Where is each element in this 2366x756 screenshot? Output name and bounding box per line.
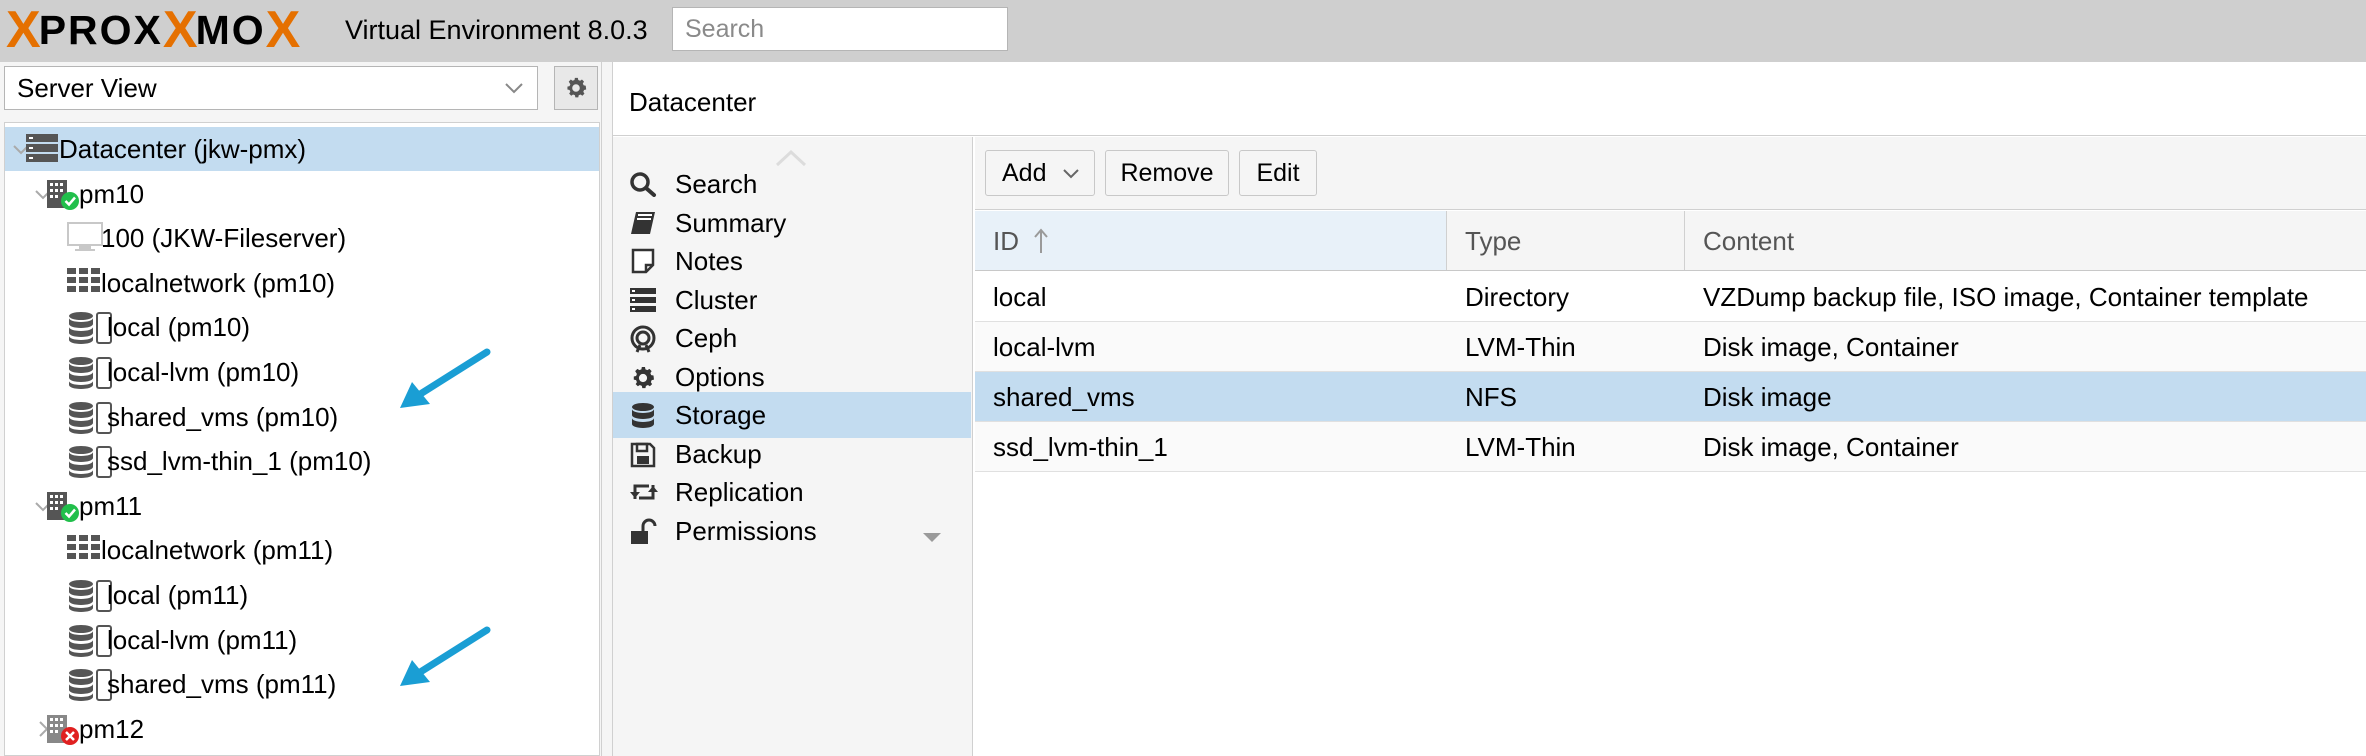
- column-header-id-label: ID: [993, 226, 1019, 256]
- tree-node-label: pm11: [79, 491, 143, 521]
- logo-x-end: X: [265, 1, 301, 59]
- tree-node-label: localnetwork (pm11): [101, 535, 334, 565]
- proxmox-logo[interactable]: X PROX X MO X: [6, 1, 301, 59]
- annotation-arrow-icon: [400, 348, 491, 408]
- nav-item-permissions[interactable]: Permissions: [613, 508, 971, 554]
- cell-content: VZDump backup file, ISO image, Container…: [1703, 282, 2309, 312]
- tree-node[interactable]: local (pm11): [5, 573, 599, 617]
- tree-node[interactable]: 100 (JKW-Fileserver): [5, 216, 599, 260]
- sdn-icon: [67, 534, 101, 566]
- scroll-down-icon[interactable]: [921, 530, 943, 548]
- column-header-content[interactable]: Content: [1685, 211, 2366, 270]
- tree-node[interactable]: pm12: [5, 707, 599, 751]
- floppy-icon: [629, 441, 657, 468]
- tree-node-label: local-lvm (pm11): [107, 625, 298, 655]
- vm-icon: [67, 222, 103, 254]
- resource-panel: Server View Datacenter (jkw-pmx) pm10 100 …: [0, 62, 602, 756]
- tree-node-label: Datacenter (jkw-pmx): [59, 134, 307, 164]
- cell-id: ssd_lvm-thin_1: [993, 432, 1168, 462]
- tree-node[interactable]: local-lvm (pm10): [5, 350, 599, 394]
- tree-node[interactable]: shared_vms (pm10): [5, 395, 599, 439]
- tree-node[interactable]: ssd_lvm-thin_1 (pm10): [5, 439, 599, 483]
- table-row[interactable]: local-lvm LVM-Thin Disk image, Container: [975, 322, 2366, 372]
- datacenter-icon: [25, 133, 59, 165]
- tree-node-label: local (pm10): [107, 312, 251, 342]
- node-online-icon: [45, 178, 81, 210]
- server-icon: [629, 287, 657, 313]
- content-area: Datacenter Search Summary Notes Cluster Ceph…: [612, 62, 2366, 756]
- chevron-down-icon: [1063, 169, 1079, 179]
- logo-mo: MO: [195, 7, 266, 53]
- storage-panel: Add Remove Edit ID Type Content local Dir…: [975, 137, 2366, 756]
- resource-tree[interactable]: Datacenter (jkw-pmx) pm10 100 (JKW-Fileser…: [4, 122, 600, 756]
- retweet-icon: [629, 479, 658, 505]
- database-icon: [629, 402, 657, 428]
- gear-icon: [629, 364, 657, 390]
- logo-x: X: [6, 1, 41, 59]
- product-version: Virtual Environment 8.0.3: [345, 15, 648, 45]
- column-header-id[interactable]: ID: [975, 211, 1447, 270]
- top-header: X PROX X MO X Virtual Environment 8.0.3: [0, 0, 2366, 62]
- content-title: Datacenter: [613, 62, 2366, 136]
- cell-content: Disk image: [1703, 382, 1832, 412]
- view-select-value: Server View: [17, 73, 157, 103]
- nav-item-label: Permissions: [675, 516, 817, 546]
- tree-node[interactable]: local (pm10): [5, 305, 599, 349]
- cell-type: Directory: [1465, 282, 1570, 312]
- cell-id: shared_vms: [993, 382, 1135, 412]
- tree-node[interactable]: pm11: [5, 484, 599, 528]
- tree-node-label: 100 (JKW-Fileserver): [101, 223, 347, 253]
- cell-type: LVM-Thin: [1465, 332, 1576, 362]
- logo-prox: PROX: [38, 7, 163, 53]
- cell-type: LVM-Thin: [1465, 432, 1576, 462]
- tree-node-label: pm12: [79, 714, 145, 744]
- remove-button[interactable]: Remove: [1105, 150, 1229, 196]
- cell-type: NFS: [1465, 382, 1517, 412]
- table-row[interactable]: local Directory VZDump backup file, ISO im…: [975, 272, 2366, 322]
- tree-node[interactable]: localnetwork (pm10): [5, 261, 599, 305]
- tree-node-label: localnetwork (pm10): [101, 268, 336, 298]
- tree-node[interactable]: Datacenter (jkw-pmx): [5, 127, 599, 171]
- cell-id: local: [993, 282, 1047, 312]
- search-icon: [629, 171, 657, 197]
- gear-icon: [567, 77, 587, 98]
- annotation-arrow-icon: [400, 626, 491, 686]
- column-header-type[interactable]: Type: [1447, 211, 1685, 270]
- logo-x-middle: X: [162, 1, 198, 59]
- tree-node-label: shared_vms (pm11): [107, 669, 337, 699]
- tree-node[interactable]: local-lvm (pm11): [5, 618, 599, 662]
- node-online-icon: [45, 490, 81, 522]
- datacenter-nav-menu: Search Summary Notes Cluster Ceph Options Stor…: [613, 137, 973, 756]
- chevron-down-icon: [505, 83, 523, 94]
- add-button[interactable]: Add: [985, 150, 1095, 196]
- search-input[interactable]: [672, 7, 1008, 51]
- add-button-label: Add: [1002, 159, 1047, 187]
- tree-node-label: local (pm11): [107, 580, 249, 610]
- tree-node-label: local-lvm (pm10): [107, 357, 300, 387]
- tree-node-label: shared_vms (pm10): [107, 402, 339, 432]
- tree-settings-button[interactable]: [554, 66, 598, 110]
- book-icon: [629, 210, 657, 236]
- tree-node-label: ssd_lvm-thin_1 (pm10): [107, 446, 372, 476]
- tree-node[interactable]: pm10: [5, 172, 599, 216]
- tree-node[interactable]: shared_vms (pm11): [5, 662, 599, 706]
- cell-content: Disk image, Container: [1703, 332, 1959, 362]
- ceph-icon: [629, 325, 657, 353]
- tree-node-label: pm10: [79, 179, 145, 209]
- cell-content: Disk image, Container: [1703, 432, 1959, 462]
- edit-button[interactable]: Edit: [1239, 150, 1317, 196]
- sort-ascending-icon: [1034, 228, 1048, 253]
- sdn-icon: [67, 267, 101, 299]
- storage-toolbar: Add Remove Edit: [975, 137, 2366, 210]
- node-offline-icon: [45, 713, 81, 745]
- table-row[interactable]: shared_vms NFS Disk image: [975, 372, 2366, 422]
- table-row[interactable]: ssd_lvm-thin_1 LVM-Thin Disk image, Contai…: [975, 422, 2366, 472]
- view-select[interactable]: Server View: [4, 66, 538, 110]
- tree-node[interactable]: localnetwork (pm11): [5, 528, 599, 572]
- cell-id: local-lvm: [993, 332, 1096, 362]
- unlock-icon: [629, 518, 657, 544]
- note-icon: [629, 248, 657, 274]
- storage-grid-header: ID Type Content: [975, 211, 2366, 271]
